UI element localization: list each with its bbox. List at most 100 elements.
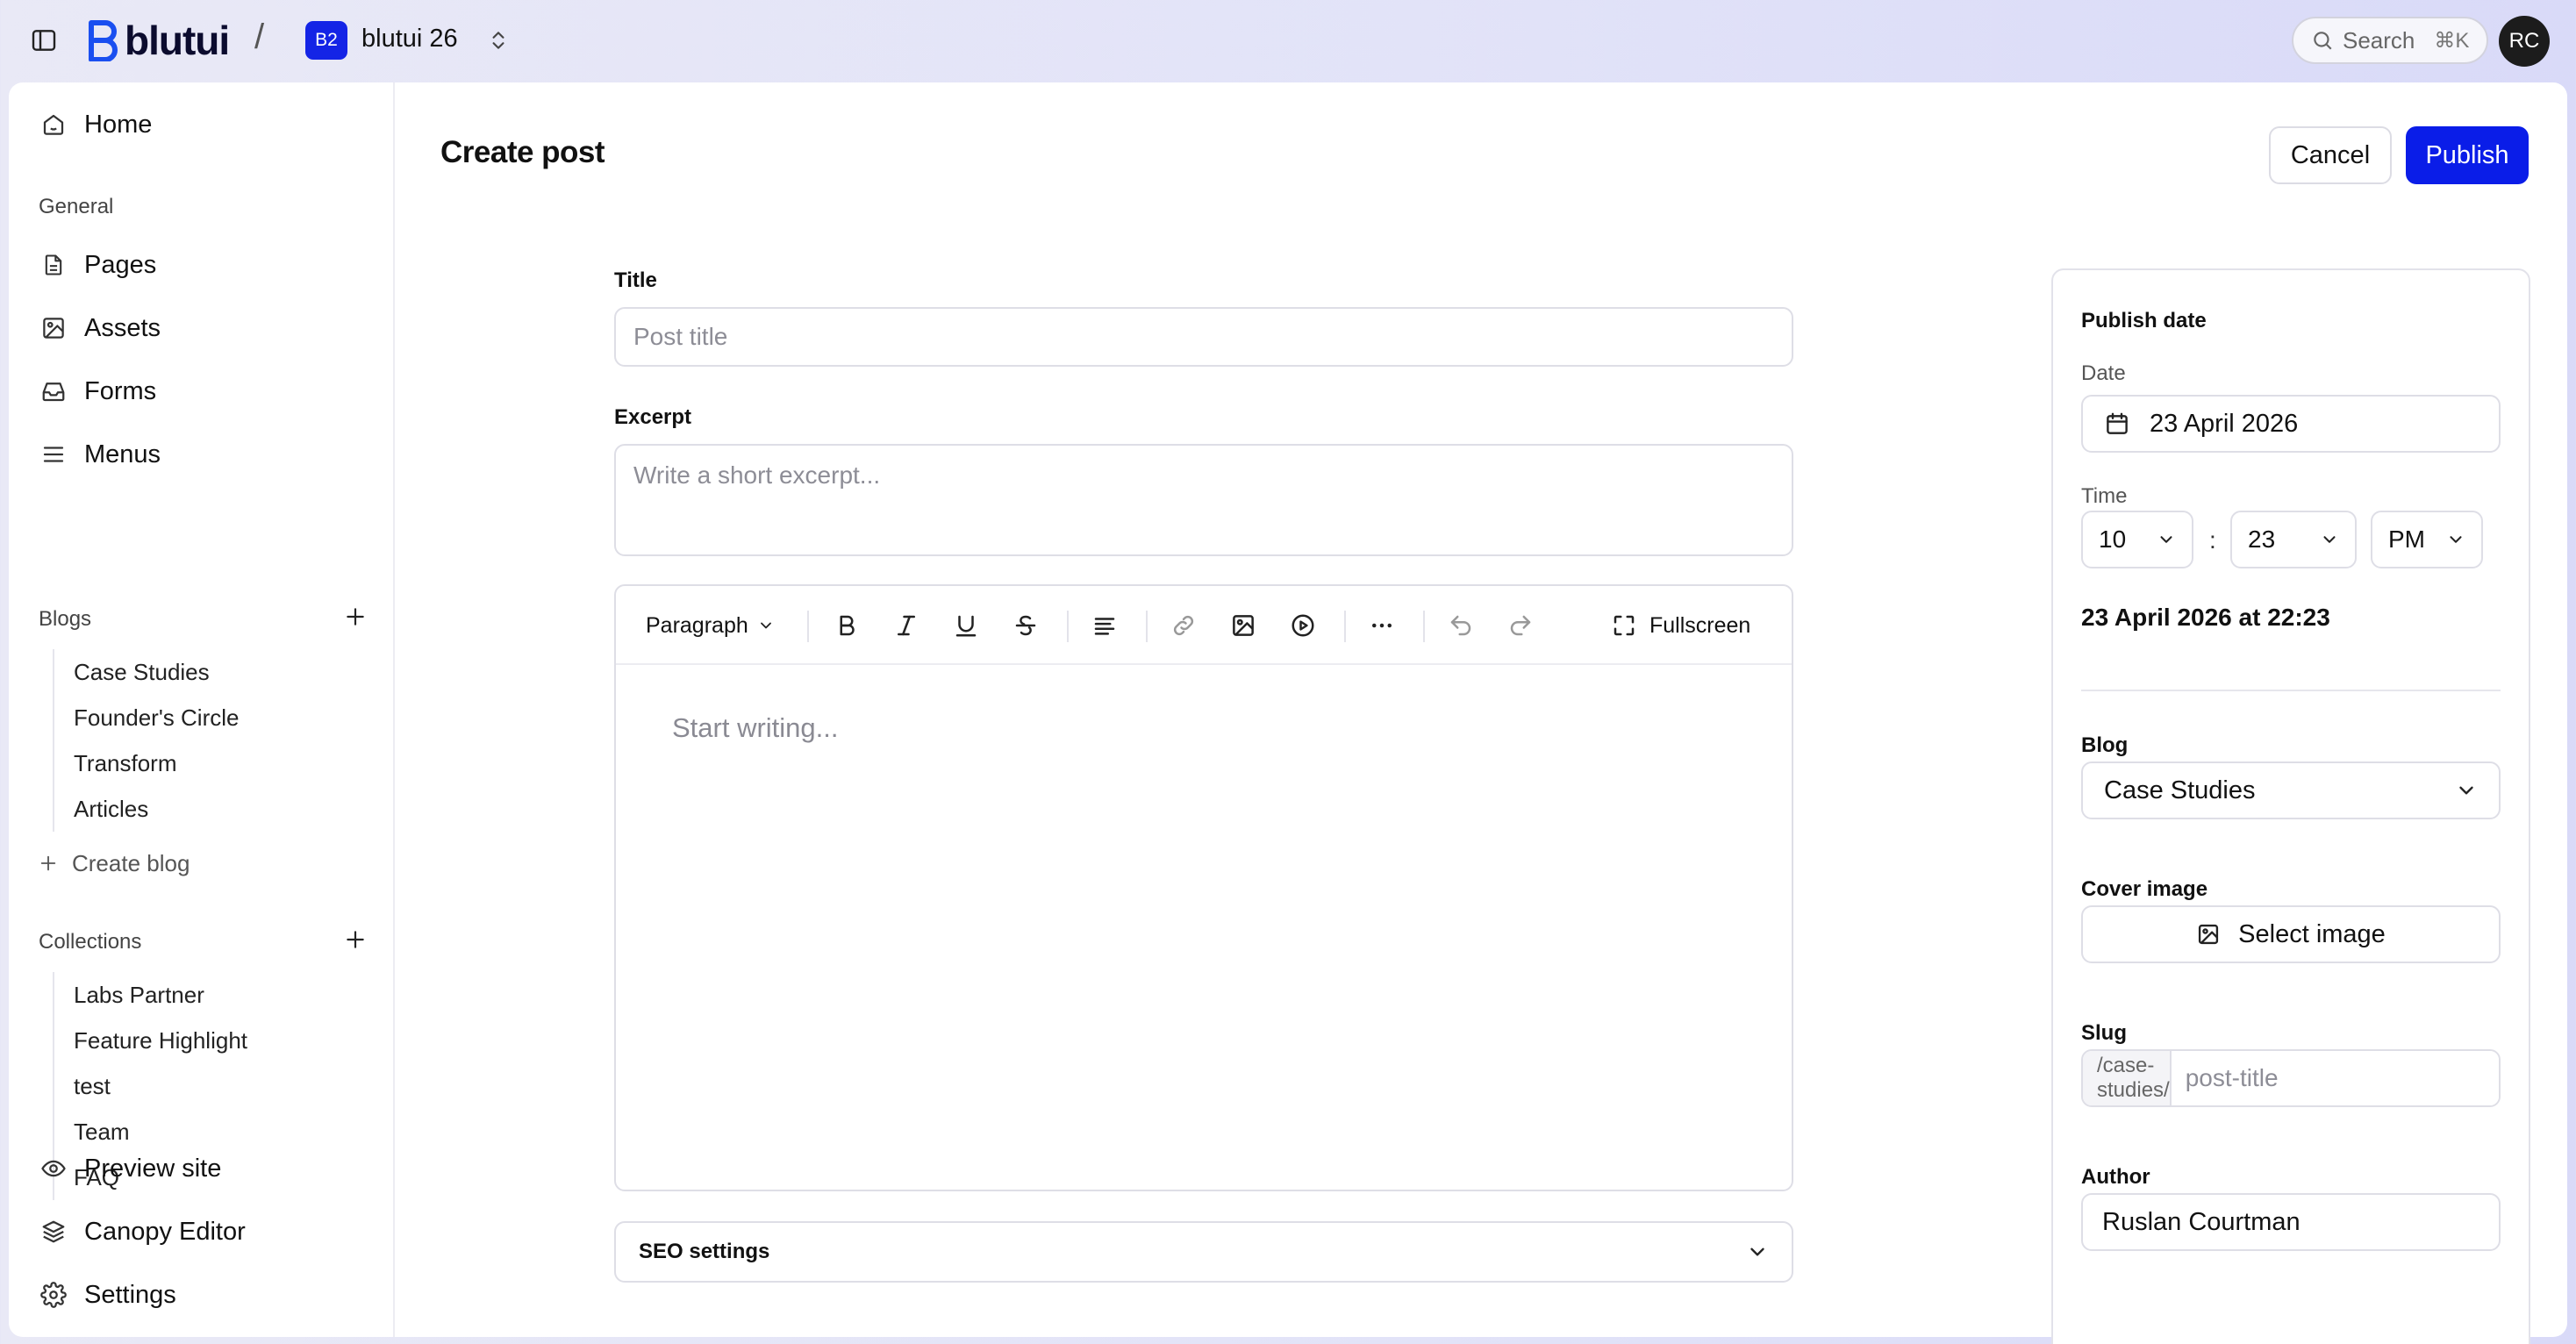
breadcrumb-separator: / [254, 18, 265, 56]
sidebar-item-label: Canopy Editor [84, 1217, 246, 1246]
sidebar-toggle-icon[interactable] [28, 25, 60, 56]
avatar[interactable]: RC [2499, 16, 2550, 67]
undo-icon[interactable] [1444, 609, 1478, 642]
date-label: Date [2081, 361, 2126, 385]
sidebar-item-label: Pages [84, 250, 157, 279]
sidebar-item-blog[interactable]: Founder's Circle [54, 695, 239, 740]
seo-settings-accordion[interactable]: SEO settings [614, 1221, 1793, 1283]
sidebar-item-assets[interactable]: Assets [39, 304, 161, 353]
author-value: Ruslan Courtman [2102, 1207, 2301, 1236]
fullscreen-button[interactable]: Fullscreen [1611, 609, 1750, 642]
blog-select[interactable]: Case Studies [2081, 761, 2501, 819]
time-label: Time [2081, 484, 2128, 508]
logo-text: blutui [125, 18, 230, 63]
link-icon[interactable] [1167, 609, 1200, 642]
fullscreen-icon [1611, 612, 1637, 639]
search-icon [2311, 29, 2334, 52]
cancel-button[interactable]: Cancel [2269, 126, 2392, 184]
underline-icon[interactable] [949, 609, 983, 642]
sidebar-item-collection[interactable]: Labs Partner [54, 972, 247, 1018]
eye-icon [39, 1154, 68, 1183]
sidebar-item-forms[interactable]: Forms [39, 367, 156, 416]
chevron-down-icon [2157, 530, 2176, 549]
blog-select-value: Case Studies [2104, 776, 2256, 804]
calendar-icon [2104, 411, 2130, 437]
blog-label: Blog [2081, 733, 2129, 757]
sidebar-item-label: Assets [84, 313, 161, 342]
main-content: Create post Cancel Publish Title Excerpt… [395, 82, 2567, 1344]
sidebar-item-settings[interactable]: Settings [39, 1270, 176, 1319]
minute-value: 23 [2248, 525, 2276, 553]
workspace-badge[interactable]: B2 [305, 21, 347, 60]
sidebar-item-preview-site[interactable]: Preview site [39, 1144, 221, 1193]
seo-settings-label: SEO settings [639, 1240, 770, 1263]
slug-input[interactable] [2171, 1051, 2499, 1105]
sidebar-item-collection[interactable]: Feature Highlight [54, 1018, 247, 1063]
search-button[interactable]: Search ⌘K [2292, 17, 2488, 64]
time-separator: : [2209, 526, 2216, 554]
rich-text-editor: Paragraph Fullscreen Start writing... [614, 584, 1793, 1191]
inbox-icon [39, 376, 68, 406]
title-label: Title [614, 268, 657, 292]
cover-image-label: Cover image [2081, 877, 2208, 901]
add-collection-plus-icon[interactable] [340, 925, 370, 954]
title-input[interactable] [614, 307, 1793, 367]
post-settings-card: Publish date Date 23 April 2026 Time 10 … [2051, 268, 2530, 1344]
hour-select[interactable]: 10 [2081, 511, 2193, 568]
blutui-logo-mark-icon [89, 20, 118, 61]
more-options-icon[interactable] [1365, 609, 1399, 642]
layers-icon [39, 1217, 68, 1247]
bold-icon[interactable] [830, 609, 863, 642]
slug-label: Slug [2081, 1021, 2127, 1045]
sidebar-item-canopy-editor[interactable]: Canopy Editor [39, 1207, 246, 1256]
sidebar-item-label: Settings [84, 1280, 176, 1309]
sidebar-item-menus[interactable]: Menus [39, 430, 161, 479]
publish-button[interactable]: Publish [2406, 126, 2529, 184]
minute-select[interactable]: 23 [2230, 511, 2357, 568]
toolbar-separator [1344, 611, 1346, 642]
block-type-select[interactable]: Paragraph [646, 609, 775, 642]
sidebar-item-home[interactable]: Home [39, 100, 152, 149]
italic-icon[interactable] [890, 609, 923, 642]
editor-placeholder[interactable]: Start writing... [672, 712, 839, 744]
section-divider [2081, 690, 2501, 691]
insert-image-icon[interactable] [1227, 609, 1260, 642]
chevron-down-icon [1746, 1240, 1769, 1263]
create-blog-button[interactable]: Create blog [39, 842, 190, 884]
sidebar-item-collection[interactable]: test [54, 1063, 247, 1109]
add-blog-plus-icon[interactable] [340, 602, 370, 632]
publish-date-heading: Publish date [2081, 309, 2207, 332]
sidebar-item-blog[interactable]: Articles [54, 786, 239, 832]
author-label: Author [2081, 1165, 2150, 1189]
sidebar-item-blog[interactable]: Case Studies [54, 649, 239, 695]
home-icon [39, 110, 68, 139]
redo-icon[interactable] [1504, 609, 1537, 642]
meridiem-select[interactable]: PM [2371, 511, 2483, 568]
blutui-logo[interactable]: blutui [86, 18, 230, 63]
fullscreen-label: Fullscreen [1649, 612, 1751, 638]
gear-icon [39, 1280, 68, 1310]
date-picker[interactable]: 23 April 2026 [2081, 395, 2501, 453]
search-shortcut: ⌘K [2434, 28, 2470, 53]
sidebar-item-blog[interactable]: Transform [54, 740, 239, 786]
sidebar-item-pages[interactable]: Pages [39, 240, 156, 290]
author-field[interactable]: Ruslan Courtman [2081, 1193, 2501, 1251]
select-image-button[interactable]: Select image [2081, 905, 2501, 963]
file-icon [39, 250, 68, 280]
blogs-list: Case Studies Founder's Circle Transform … [53, 649, 239, 832]
toolbar-separator [807, 611, 809, 642]
slug-field: /case-studies/ [2081, 1049, 2501, 1107]
chevron-down-icon [757, 617, 775, 634]
align-icon[interactable] [1088, 609, 1121, 642]
sidebar-item-label: Home [84, 110, 153, 139]
sidebar-item-label: Forms [84, 376, 157, 405]
page-title: Create post [440, 135, 605, 169]
image-icon [2196, 922, 2221, 947]
workspace-name[interactable]: blutui 26 [361, 25, 458, 54]
excerpt-textarea[interactable] [614, 444, 1793, 556]
chevron-up-down-icon[interactable] [483, 25, 514, 56]
insert-video-icon[interactable] [1286, 609, 1320, 642]
publish-datetime-summary: 23 April 2026 at 22:23 [2081, 604, 2330, 631]
top-bar: blutui / B2 blutui 26 Search ⌘K RC [0, 0, 2576, 81]
strikethrough-icon[interactable] [1009, 609, 1042, 642]
